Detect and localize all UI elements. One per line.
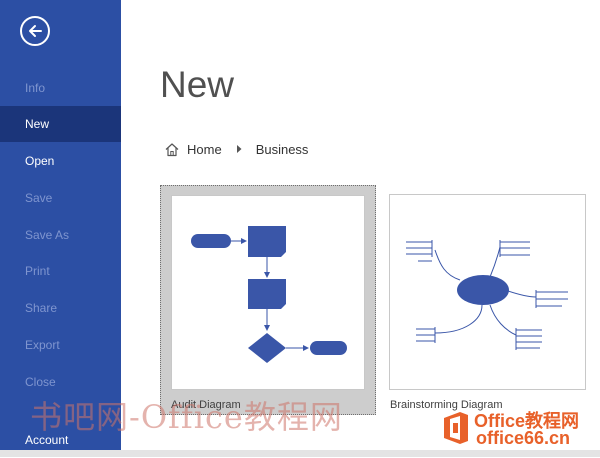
- brainstorming-diagram-thumbnail: [390, 195, 585, 389]
- sidebar-item-export[interactable]: Export: [0, 327, 121, 363]
- backstage-sidebar: Info New Open Save Save As Print Share E…: [0, 0, 121, 450]
- audit-flowchart-preview: [191, 226, 347, 363]
- chevron-right-icon: [236, 145, 242, 153]
- watermark-domain: office66.cn: [476, 428, 571, 448]
- sidebar-item-new[interactable]: New: [0, 106, 121, 142]
- watermark-logo: Office教程网 office66.cn: [438, 405, 600, 450]
- sidebar-item-open[interactable]: Open: [0, 143, 121, 179]
- audit-diagram-thumbnail: [171, 195, 365, 390]
- template-label: Brainstorming Diagram: [390, 399, 503, 411]
- template-label: Audit Diagram: [171, 399, 241, 411]
- sidebar-item-print[interactable]: Print: [0, 253, 121, 289]
- sidebar-item-save-as[interactable]: Save As: [0, 217, 121, 253]
- breadcrumb-business[interactable]: Business: [256, 142, 309, 157]
- mind-map-preview: [406, 240, 568, 350]
- home-icon[interactable]: [164, 142, 180, 157]
- sidebar-item-save[interactable]: Save: [0, 180, 121, 216]
- template-audit-diagram[interactable]: Audit Diagram: [160, 185, 376, 415]
- page-title: New: [160, 64, 235, 105]
- back-arrow-icon: [29, 25, 42, 37]
- sidebar-item-close[interactable]: Close: [0, 364, 121, 400]
- sidebar-item-share[interactable]: Share: [0, 290, 121, 326]
- bottom-strip: [0, 450, 600, 457]
- office-logo-icon: [444, 412, 468, 444]
- breadcrumb-home[interactable]: Home: [187, 142, 222, 157]
- template-brainstorming-diagram[interactable]: Brainstorming Diagram: [389, 194, 586, 411]
- back-button[interactable]: [20, 16, 50, 46]
- sidebar-item-info[interactable]: Info: [0, 70, 121, 106]
- breadcrumb: Home Business: [164, 140, 308, 158]
